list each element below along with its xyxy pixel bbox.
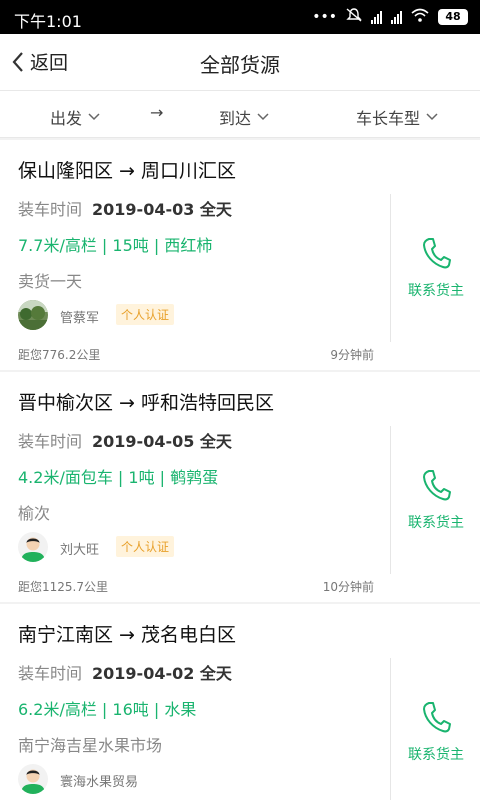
chevron-down-icon [426,113,438,121]
divider [390,658,391,800]
load-time-label: 装车时间 [18,664,83,683]
divider [390,426,391,574]
load-time-value: 2019-04-02 全天 [92,664,232,683]
filter-arrive-label: 到达 [219,109,252,128]
avatar [18,300,48,330]
signal-icon-2 [391,10,402,24]
load-time-value: 2019-04-03 全天 [92,200,232,219]
owner-name: 刘大旺 [60,543,100,558]
cert-badge: 个人认证 [116,304,175,325]
vehicle-spec: 7.7米/高栏 | 15吨 | 西红柿 [18,236,213,255]
contact-owner-button[interactable]: 联系货主 [392,194,480,342]
filter-vehicle-label: 车长车型 [356,109,421,128]
avatar [18,764,48,794]
avatar [18,532,48,562]
phone-icon [423,470,451,501]
cargo-card[interactable]: 晋中榆次区 → 呼和浩特回民区 装车时间 2019-04-05 全天 4.2米/面… [0,372,480,602]
remark-text: 榆次 [18,504,51,523]
distance-text: 距您776.2公里 [18,348,101,362]
filter-depart[interactable]: 出发 [50,105,100,129]
status-bar: 下午1:01 ••• 48 [0,0,480,34]
contact-owner-label: 联系货主 [408,747,464,763]
filter-arrow: → [150,103,164,122]
battery-icon: 48 [438,9,468,25]
load-time-row: 装车时间 2019-04-02 全天 [18,660,232,684]
phone-icon [423,702,451,733]
mute-icon [346,8,362,26]
phone-icon [423,238,451,269]
cargo-card[interactable]: 南宁江南区 → 茂名电白区 装车时间 2019-04-02 全天 6.2米/高栏 … [0,604,480,800]
load-time-row: 装车时间 2019-04-03 全天 [18,196,232,220]
status-icons: ••• 48 [312,8,468,26]
filter-arrive[interactable]: 到达 [219,105,269,129]
owner-name: 管蔡军 [60,311,100,326]
route-text: 南宁江南区 → 茂名电白区 [18,624,236,646]
divider [390,194,391,342]
route-text: 晋中榆次区 → 呼和浩特回民区 [18,392,274,414]
more-icon: ••• [312,9,337,25]
load-time-row: 装车时间 2019-04-05 全天 [18,428,232,452]
chevron-down-icon [88,113,100,121]
cargo-card[interactable]: 保山隆阳区 → 周口川汇区 装车时间 2019-04-03 全天 7.7米/高栏 … [0,140,480,370]
time-ago: 10分钟前 [322,580,374,594]
load-time-value: 2019-04-05 全天 [92,432,232,451]
vehicle-spec: 6.2米/高栏 | 16吨 | 水果 [18,700,197,719]
nav-bar: 返回 全部货源 [0,34,480,90]
signal-icon [371,10,382,24]
chevron-down-icon [257,113,269,121]
wifi-icon [411,8,429,26]
cert-badge: 个人认证 [116,536,175,557]
time-ago: 9分钟前 [330,348,374,362]
owner-name: 寰海水果贸易 [60,775,139,790]
page-title: 全部货源 [200,53,280,77]
filter-vehicle[interactable]: 车长车型 [356,105,438,129]
filter-depart-label: 出发 [50,109,83,128]
contact-owner-button[interactable]: 联系货主 [392,426,480,574]
status-time: 下午1:01 [14,12,82,31]
load-time-label: 装车时间 [18,432,83,451]
remark-text: 南宁海吉星水果市场 [18,736,163,755]
remark-text: 卖货一天 [18,272,83,291]
filter-bar: 出发 → 到达 车长车型 [0,90,480,138]
contact-owner-label: 联系货主 [408,515,464,531]
distance-text: 距您1125.7公里 [18,580,108,594]
contact-owner-button[interactable]: 联系货主 [392,658,480,800]
contact-owner-label: 联系货主 [408,283,464,299]
load-time-label: 装车时间 [18,200,83,219]
route-text: 保山隆阳区 → 周口川汇区 [18,160,236,182]
vehicle-spec: 4.2米/面包车 | 1吨 | 鹌鹑蛋 [18,468,219,487]
